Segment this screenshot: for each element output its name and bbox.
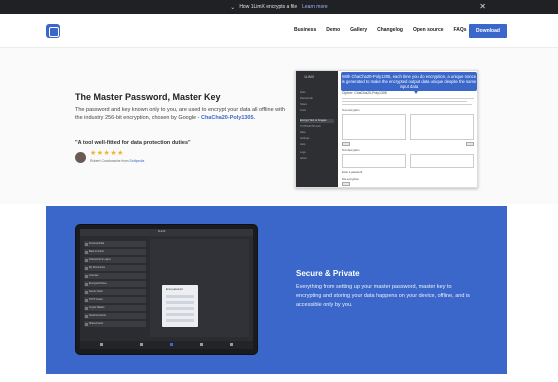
panel-title: Cipher: ChaCha20-Poly1305 bbox=[342, 91, 387, 95]
list-item[interactable]: Encrypted Notes bbox=[84, 281, 146, 287]
secure-private-section: 1LimX Personal Data Bank & Cards Passwor… bbox=[46, 206, 507, 374]
sidebar-item: Help bbox=[300, 143, 306, 146]
sidebar-item: Files bbox=[300, 91, 306, 94]
clear-button[interactable] bbox=[342, 142, 350, 146]
secure-description: Everything from setting up your master p… bbox=[296, 284, 470, 308]
tablet-topbar: 1LimX bbox=[80, 229, 253, 236]
rating-stars: ★★★★★ bbox=[90, 150, 124, 157]
dialog-field[interactable] bbox=[166, 307, 194, 310]
tools-icon[interactable] bbox=[200, 343, 203, 346]
text-line bbox=[342, 98, 474, 100]
nav-item-business[interactable]: Business bbox=[294, 27, 316, 33]
vault-icon[interactable] bbox=[140, 343, 143, 346]
chacha-link[interactable]: ChaCha20-Poly1305. bbox=[201, 115, 255, 121]
learn-more-link[interactable]: Learn more bbox=[302, 4, 328, 10]
list-item[interactable]: Passwords & Logins bbox=[84, 257, 146, 263]
copy-button[interactable] bbox=[466, 142, 474, 146]
dialog-field[interactable] bbox=[166, 313, 194, 316]
hero-heading: The Master Password, Master Key bbox=[75, 92, 221, 102]
secure-heading: Secure & Private bbox=[296, 269, 360, 278]
list-item[interactable]: Shared Items bbox=[84, 321, 146, 327]
text-encryption-label: Text encryption bbox=[342, 109, 360, 112]
announcement-banner: ⌄ How 1LimX encrypts a file Learn more ✕ bbox=[0, 0, 558, 14]
reviewer-credit: Robert Condorache from Softpedia bbox=[90, 159, 144, 163]
plaintext-input[interactable] bbox=[342, 114, 406, 140]
list-item[interactable]: My Documents bbox=[84, 265, 146, 271]
ciphertext-output[interactable] bbox=[410, 114, 474, 140]
file-encryption-label: File encryption bbox=[342, 178, 359, 181]
list-item[interactable]: TOTP Codes bbox=[84, 297, 146, 303]
reviewer-name: Robert Condorache from bbox=[90, 159, 130, 163]
sidebar-item: Data bbox=[300, 131, 306, 134]
dialog-title: Enter password bbox=[166, 288, 183, 291]
sidebar-item-active: Encrypt Text or Images bbox=[300, 119, 334, 123]
expand-chevron-icon[interactable]: ⌄ bbox=[230, 4, 235, 11]
sidebar-item: Notes bbox=[300, 103, 307, 106]
sidebar-item: About bbox=[300, 157, 307, 160]
list-item[interactable]: Licenses bbox=[84, 273, 146, 279]
tablet-bottom-nav bbox=[80, 341, 253, 349]
hero-description: The password and key known only to you, … bbox=[75, 106, 285, 122]
dialog-field[interactable] bbox=[166, 319, 194, 322]
nav-item-open-source[interactable]: Open source bbox=[413, 27, 444, 33]
text-decryption-label: Text decryption bbox=[342, 149, 360, 152]
list-item[interactable]: Personal Data bbox=[84, 241, 146, 247]
nonce-tooltip: With ChaCha20-Poly1305, each time you do… bbox=[341, 72, 477, 91]
sidebar-item: Tools bbox=[300, 109, 307, 112]
app-sidebar: 1LIMX Files Passwords Notes Tools Encryp… bbox=[296, 71, 338, 187]
tablet-screen: 1LimX Personal Data Bank & Cards Passwor… bbox=[80, 229, 253, 349]
banner-text: How 1LimX encrypts a file bbox=[239, 4, 298, 10]
settings-icon[interactable] bbox=[230, 343, 233, 346]
sidebar-item: Settings bbox=[300, 137, 310, 140]
nav-item-demo[interactable]: Demo bbox=[326, 27, 340, 33]
lock-icon[interactable] bbox=[170, 343, 173, 346]
list-item[interactable]: Crypto Wallets bbox=[84, 305, 146, 311]
sidebar-item: Logs bbox=[300, 151, 306, 154]
list-item[interactable]: Bank & Cards bbox=[84, 249, 146, 255]
tablet-mockup: 1LimX Personal Data Bank & Cards Passwor… bbox=[75, 224, 258, 355]
text-line bbox=[342, 101, 467, 103]
dialog-field[interactable] bbox=[166, 301, 194, 304]
list-item[interactable]: Secure Vault bbox=[84, 289, 146, 295]
tablet-title: 1LimX bbox=[158, 230, 166, 233]
decrypt-input[interactable] bbox=[342, 154, 406, 168]
nav-menu: Business Demo Gallery Changelog Open sou… bbox=[294, 27, 477, 33]
app-logo[interactable] bbox=[46, 24, 60, 38]
tooltip-arrow-icon bbox=[414, 91, 418, 94]
home-icon[interactable] bbox=[100, 343, 103, 346]
password-label: Enter a password bbox=[342, 171, 363, 174]
close-icon[interactable]: ✕ bbox=[479, 2, 486, 11]
download-button[interactable]: Download bbox=[469, 24, 507, 38]
reviewer-avatar bbox=[75, 152, 86, 163]
sidebar-brand: 1LIMX bbox=[304, 75, 315, 79]
dialog-field[interactable] bbox=[166, 295, 194, 298]
nav-item-changelog[interactable]: Changelog bbox=[377, 27, 403, 33]
password-dialog: Enter password bbox=[162, 285, 198, 327]
nav-item-faqs[interactable]: FAQs bbox=[454, 27, 467, 33]
testimonial-quote: "A tool well-fitted for data protection … bbox=[75, 140, 191, 146]
text-line bbox=[342, 104, 472, 106]
list-item[interactable]: Social Accounts bbox=[84, 313, 146, 319]
sidebar-item: Passwords bbox=[300, 97, 313, 100]
softpedia-link[interactable]: Softpedia bbox=[130, 159, 145, 163]
nav-item-gallery[interactable]: Gallery bbox=[350, 27, 367, 33]
file-button[interactable] bbox=[342, 182, 350, 186]
sidebar-item: TOTP/HOTP Auth bbox=[300, 125, 321, 128]
top-navigation: Business Demo Gallery Changelog Open sou… bbox=[0, 14, 558, 48]
decrypt-output[interactable] bbox=[410, 154, 474, 168]
